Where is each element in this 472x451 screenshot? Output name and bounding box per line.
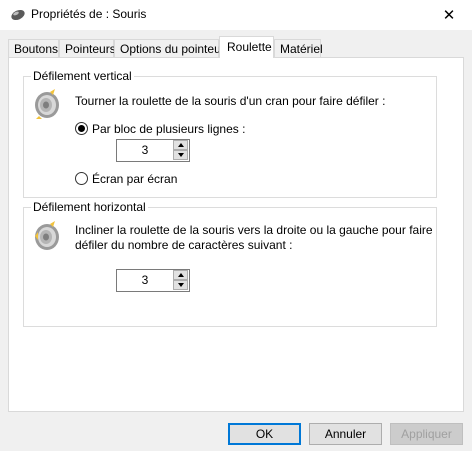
chars-value[interactable]: 3 <box>117 270 173 291</box>
vertical-scroll-title: Défilement vertical <box>31 69 134 83</box>
vertical-scroll-group: Défilement vertical Tourner la roulette … <box>23 69 437 198</box>
title-bar: Propriétés de : Souris ✕ <box>0 0 472 30</box>
close-icon: ✕ <box>442 7 456 24</box>
tab-panel-roulette: Défilement vertical Tourner la roulette … <box>8 57 464 412</box>
vertical-description: Tourner la roulette de la souris d'un cr… <box>75 94 386 108</box>
horizontal-description-line1: Incliner la roulette de la souris vers l… <box>75 223 433 237</box>
close-button[interactable]: ✕ <box>426 0 472 30</box>
ok-button[interactable]: OK <box>228 423 301 445</box>
apply-button: Appliquer <box>390 423 463 445</box>
lines-value[interactable]: 3 <box>117 140 173 161</box>
tab-materiel[interactable]: Matériel <box>274 39 323 58</box>
lines-radio-label[interactable]: Par bloc de plusieurs lignes : <box>92 122 245 136</box>
screen-radio[interactable] <box>75 172 88 185</box>
tab-boutons[interactable]: Boutons <box>8 39 59 58</box>
chars-stepper[interactable]: 3 <box>116 269 190 292</box>
mouse-wheel-icon <box>35 89 59 119</box>
horizontal-description-line2: défiler du nombre de caractères suivant … <box>75 238 293 252</box>
chars-increment-button[interactable] <box>173 270 188 280</box>
mouse-wheel-tilt-icon <box>35 221 59 250</box>
lines-decrement-button[interactable] <box>173 150 188 160</box>
horizontal-scroll-group: Défilement horizontal Incliner la roulet… <box>23 200 437 327</box>
tab-options-du-pointeur[interactable]: Options du pointeur <box>114 39 225 58</box>
cancel-button[interactable]: Annuler <box>309 423 382 445</box>
horizontal-scroll-title: Défilement horizontal <box>31 200 148 214</box>
lines-stepper[interactable]: 3 <box>116 139 190 162</box>
lines-increment-button[interactable] <box>173 140 188 150</box>
lines-radio[interactable] <box>75 122 88 135</box>
window-title: Propriétés de : Souris <box>31 7 147 21</box>
mouse-icon <box>11 9 25 21</box>
screen-radio-label[interactable]: Écran par écran <box>92 172 177 186</box>
tab-pointeurs[interactable]: Pointeurs <box>59 39 116 58</box>
tab-roulette[interactable]: Roulette <box>219 36 274 58</box>
chars-decrement-button[interactable] <box>173 280 188 290</box>
